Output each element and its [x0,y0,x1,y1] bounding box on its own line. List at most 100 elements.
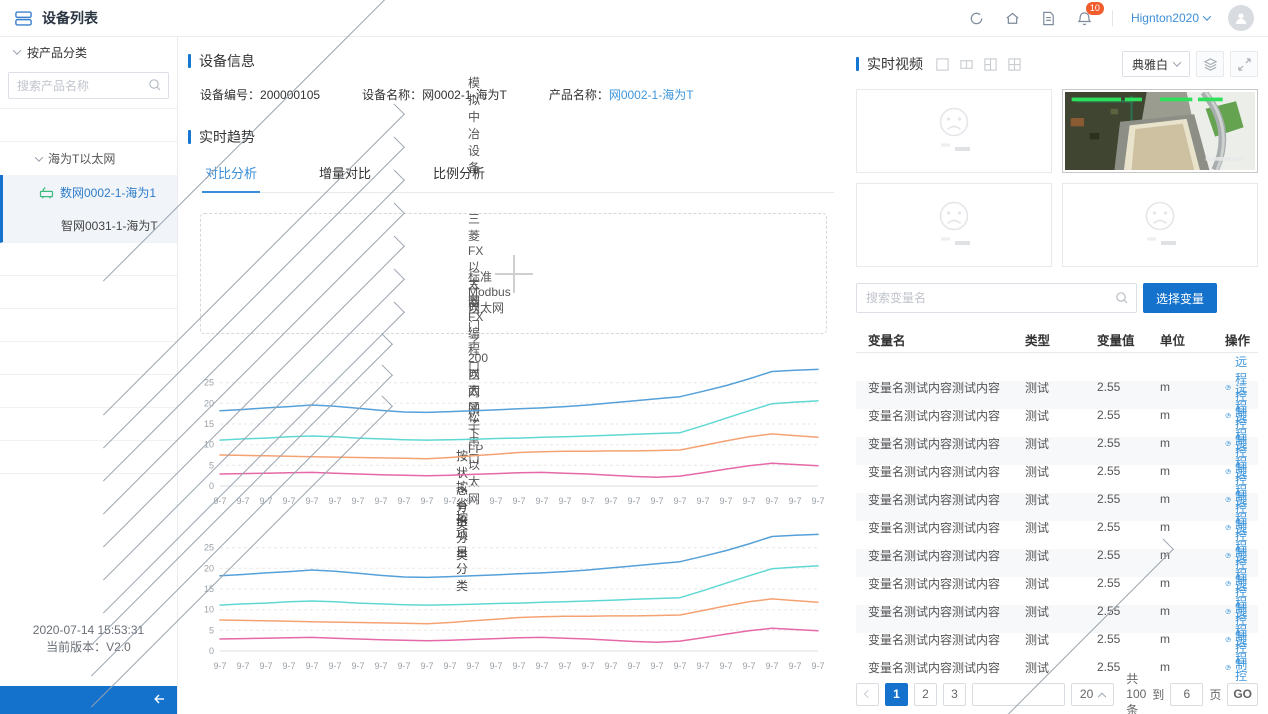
sidebar-product-item[interactable]: 标准Modbus以太网 [0,276,177,309]
page-title: 设备列表 [42,8,98,28]
variable-name: 变量名测试内容测试内容 [868,603,1025,620]
sidebar-product-item[interactable]: 三菱FX以太网 [0,243,177,276]
device-number: 设备编号：200000105 [200,86,320,103]
variable-type: 测试 [1025,379,1097,396]
svg-text:9-7: 9-7 [719,661,732,671]
variable-value: 2.55 [1097,632,1160,646]
variable-type: 测试 [1025,519,1097,536]
sidebar-product-item[interactable]: 模拟中冶设备 [0,109,177,142]
svg-text:9-7: 9-7 [673,661,686,671]
video-slot-empty-2[interactable] [856,183,1052,267]
home-icon[interactable] [1004,9,1022,27]
col-value: 变量值 [1097,330,1160,349]
variable-unit: m [1160,660,1225,674]
video-slot-empty-3[interactable] [1062,183,1258,267]
variable-type: 测试 [1025,547,1097,564]
fullscreen-button[interactable] [1230,51,1258,77]
video-panel: 实时视频 典雅白 [842,37,1268,714]
svg-text:9-7: 9-7 [305,661,318,671]
product-name-link[interactable]: 网0002-1-海为T [609,88,694,102]
svg-text:9-7: 9-7 [696,496,709,506]
col-type: 类型 [1025,330,1097,349]
tab-ratio-analysis[interactable]: 比例分析 [430,157,488,192]
svg-text:9-7: 9-7 [512,661,525,671]
prev-page-button[interactable] [856,683,879,706]
tree-item-label: 数网0002-1-海为1 [60,184,156,201]
video-slot-empty-1[interactable] [856,89,1052,173]
variable-name: 变量名测试内容测试内容 [868,435,1025,452]
svg-text:9-7: 9-7 [374,496,387,506]
chevron-down-icon [13,46,21,54]
page-size-select[interactable]: 20 [1071,683,1114,706]
layers-button[interactable] [1196,51,1224,77]
variable-name: 变量名测试内容测试内容 [868,407,1025,424]
variable-name: 变量名测试内容测试内容 [868,519,1025,536]
layout-2-icon[interactable] [959,57,974,72]
go-button[interactable]: GO [1227,683,1258,706]
svg-text:9-7: 9-7 [811,496,824,506]
search-icon[interactable] [1115,291,1129,305]
product-search-row [0,67,177,109]
svg-text:9-7: 9-7 [811,661,824,671]
svg-text:0: 0 [209,646,214,656]
variable-value: 2.55 [1097,464,1160,478]
svg-text:9-7: 9-7 [650,661,663,671]
top-header: 设备列表 10 Hignton2020 [0,0,1268,37]
svg-text:9-7: 9-7 [673,496,686,506]
document-icon[interactable] [1040,9,1058,27]
user-menu[interactable]: Hignton2020 [1131,11,1210,25]
col-action: 操作 [1225,330,1258,349]
variable-row: 变量名测试内容测试内容测试2.55m远程控制 [856,353,1258,381]
variable-unit: m [1160,492,1225,506]
svg-text:9-7: 9-7 [351,496,364,506]
trend-chart-2: 05101520259-79-79-79-79-79-79-79-79-79-7… [190,519,834,680]
variable-value: 2.55 [1097,380,1160,394]
layout-3-icon[interactable] [983,57,998,72]
page-button-2[interactable]: 2 [914,683,937,706]
variable-unit: m [1160,520,1225,534]
variable-value: 2.55 [1097,492,1160,506]
sidebar-product-item[interactable]: 海为T以太网 [0,142,177,175]
refresh-icon[interactable] [968,9,986,27]
jump-prefix-label: 到 [1152,686,1164,703]
sidebar-device-item[interactable]: 数网0002-1-海为1 [0,175,177,209]
variable-value: 2.55 [1097,520,1160,534]
layout-4-icon[interactable] [1007,57,1022,72]
svg-text:9-7: 9-7 [305,496,318,506]
svg-text:9-7: 9-7 [466,496,479,506]
svg-text:9-7: 9-7 [581,496,594,506]
video-panel-header: 实时视频 典雅白 [856,51,1258,77]
svg-text:9-7: 9-7 [282,661,295,671]
avatar[interactable] [1228,5,1254,31]
section-accent-bar [188,54,191,68]
sidebar-group-label: 按产品分类 [27,44,87,61]
variable-unit: m [1160,604,1225,618]
video-feed[interactable] [1062,89,1258,173]
plus-icon [495,255,533,293]
no-video-placeholder-icon [1130,199,1190,251]
next-page-button[interactable] [972,683,1065,706]
app-logo-area: 设备列表 [0,8,178,28]
main-content: 设备信息 设备编号：200000105 设备名称：网0002-1-海为T 产品名… [178,37,842,714]
product-search-input[interactable] [8,72,169,99]
jump-suffix-label: 页 [1209,686,1221,703]
svg-text:9-7: 9-7 [328,661,341,671]
page-jump-input[interactable] [1170,683,1203,706]
notification-bell-icon[interactable]: 10 [1076,9,1094,27]
variable-unit: m [1160,408,1225,422]
svg-text:9-7: 9-7 [581,661,594,671]
page-button-3[interactable]: 3 [943,683,966,706]
collapse-sidebar-icon[interactable] [151,691,167,710]
variable-type: 测试 [1025,463,1097,480]
page-button-1[interactable]: 1 [885,683,908,706]
svg-text:9-7: 9-7 [328,496,341,506]
variable-name: 变量名测试内容测试内容 [868,659,1025,676]
layout-1-icon[interactable] [935,57,950,72]
sidebar-group-by-product[interactable]: 按产品分类 [0,37,177,67]
select-variable-button[interactable]: 选择变量 [1143,283,1217,313]
variable-search-input[interactable] [856,283,1137,313]
video-layout-switcher [935,57,1022,72]
theme-select[interactable]: 典雅白 [1122,51,1190,77]
sidebar-product-item[interactable]: 三菱FX编程口 [0,309,177,342]
search-icon[interactable] [148,78,162,92]
